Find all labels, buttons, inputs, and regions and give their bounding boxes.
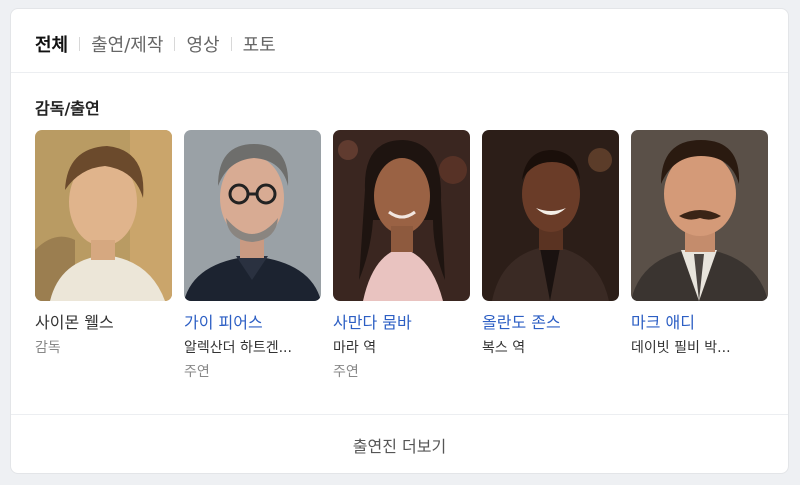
tab-divider [174, 37, 176, 51]
person-name[interactable]: 사이몬 웰스 [35, 312, 172, 334]
person-photo-image [333, 130, 470, 301]
more-cast-button[interactable]: 출연진 더보기 [11, 415, 788, 475]
person-card-5[interactable]: 마크 애디 데이빗 필비 박... [631, 130, 768, 382]
tab-bar: 전체 출연/제작 영상 포토 [35, 31, 276, 57]
person-photo-image [184, 130, 321, 301]
person-name[interactable]: 마크 애디 [631, 312, 768, 334]
section-title: 감독/출연 [35, 99, 100, 118]
person-name[interactable]: 올란도 존스 [482, 312, 619, 334]
person-role: 감독 [35, 340, 61, 356]
person-photo[interactable] [631, 130, 768, 301]
person-photo[interactable] [184, 130, 321, 301]
person-photo[interactable] [35, 130, 172, 301]
person-card-3[interactable]: 사만다 뭄바 마라 역 주연 [333, 130, 470, 382]
person-credit-type: 주연 [184, 364, 210, 380]
people-list: 사이몬 웰스 감독 가이 피어스 알렉산더 하트겐... 주연 사만다 뭄바 마… [35, 130, 768, 382]
person-card-2[interactable]: 가이 피어스 알렉산더 하트겐... 주연 [184, 130, 321, 382]
person-role: 마라 역 [333, 340, 377, 356]
person-photo-image [482, 130, 619, 301]
person-credit-type: 주연 [333, 364, 359, 380]
tab-all[interactable]: 전체 [35, 31, 68, 57]
person-card-4[interactable]: 올란도 존스 복스 역 [482, 130, 619, 382]
divider [11, 72, 788, 73]
tab-video[interactable]: 영상 [186, 31, 219, 57]
tab-divider [79, 37, 81, 51]
person-photo[interactable] [482, 130, 619, 301]
person-photo[interactable] [333, 130, 470, 301]
person-name[interactable]: 사만다 뭄바 [333, 312, 470, 334]
person-photo-image [35, 130, 172, 301]
person-photo-image [631, 130, 768, 301]
tab-photo[interactable]: 포토 [243, 31, 276, 57]
person-name[interactable]: 가이 피어스 [184, 312, 321, 334]
person-role: 알렉산더 하트겐... [184, 340, 292, 356]
tab-cast-crew[interactable]: 출연/제작 [91, 31, 163, 57]
person-role: 복스 역 [482, 340, 526, 356]
person-role: 데이빗 필비 박... [631, 340, 731, 356]
person-card-1[interactable]: 사이몬 웰스 감독 [35, 130, 172, 382]
cast-card: 전체 출연/제작 영상 포토 감독/출연 사이몬 웰스 감독 가이 피어스 알렉… [10, 8, 789, 474]
tab-divider [230, 37, 232, 51]
